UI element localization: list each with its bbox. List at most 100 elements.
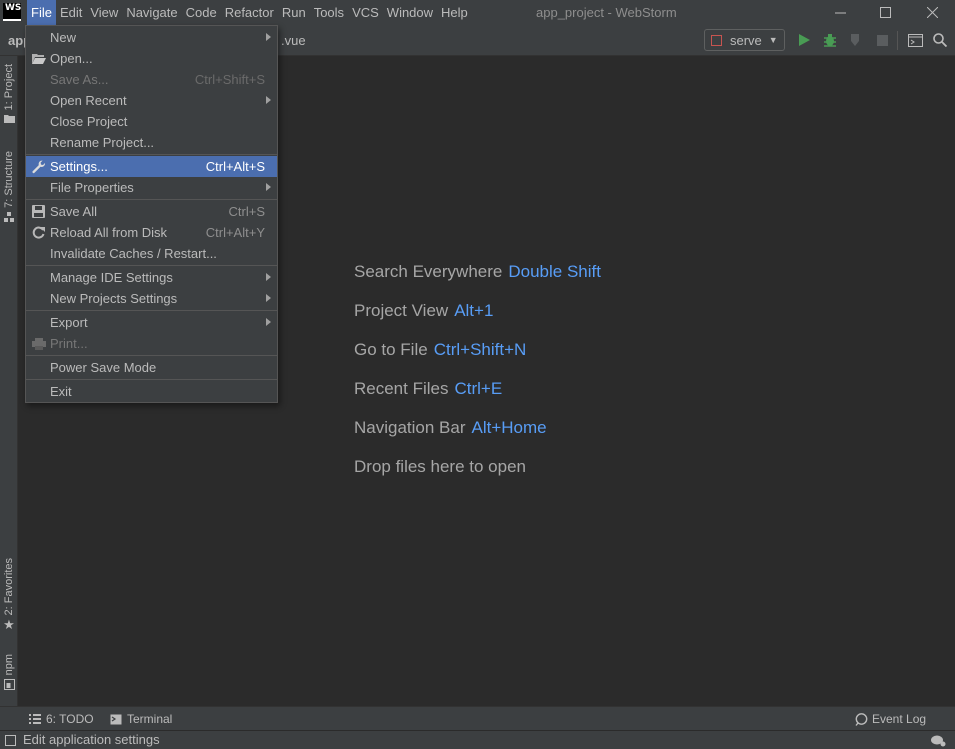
menu-navigate[interactable]: Navigate — [122, 0, 181, 25]
debug-button[interactable] — [821, 31, 839, 49]
coverage-icon — [851, 34, 859, 46]
notifications-icon[interactable] — [930, 733, 946, 747]
coverage-button[interactable] — [847, 31, 865, 49]
maximize-icon — [879, 7, 891, 18]
run-button[interactable] — [795, 31, 813, 49]
menu-item-invalidate-caches[interactable]: Invalidate Caches / Restart... — [26, 243, 277, 264]
folder-open-icon — [31, 51, 46, 66]
hint-shortcut: Ctrl+E — [454, 379, 503, 398]
menu-item-save-as[interactable]: Save As... Ctrl+Shift+S — [26, 69, 277, 90]
menu-refactor[interactable]: Refactor — [221, 0, 278, 25]
menu-item-open[interactable]: Open... — [26, 48, 277, 69]
tool-tab-npm-label: npm — [3, 654, 15, 676]
hint-label: Navigation Bar — [354, 418, 466, 437]
breadcrumb-file[interactable]: .vue — [281, 25, 306, 56]
menu-item-label: Settings... — [50, 159, 108, 174]
tool-tab-terminal[interactable]: Terminal — [110, 707, 172, 731]
menu-run[interactable]: Run — [278, 0, 310, 25]
menu-item-close-project[interactable]: Close Project — [26, 111, 277, 132]
menu-item-open-recent[interactable]: Open Recent — [26, 90, 277, 111]
menu-item-export[interactable]: Export — [26, 312, 277, 333]
menu-separator — [26, 310, 277, 311]
search-icon — [933, 33, 947, 47]
todo-list-icon — [29, 714, 41, 724]
submenu-arrow-icon — [266, 96, 271, 104]
submenu-arrow-icon — [266, 273, 271, 281]
menu-item-manage-ide-settings[interactable]: Manage IDE Settings — [26, 267, 277, 288]
run-icon — [799, 34, 810, 46]
terminal-icon — [110, 714, 122, 724]
status-message: Edit application settings — [23, 732, 160, 747]
stop-button[interactable] — [873, 31, 891, 49]
search-everywhere-button[interactable] — [931, 31, 949, 49]
menu-item-label: Invalidate Caches / Restart... — [50, 246, 217, 261]
menu-separator — [26, 379, 277, 380]
menu-item-reload-all[interactable]: Reload All from Disk Ctrl+Alt+Y — [26, 222, 277, 243]
tool-tab-structure[interactable]: 7: Structure — [0, 151, 18, 223]
menu-code[interactable]: Code — [182, 0, 221, 25]
title-bar: WS File Edit View Navigate Code Refactor… — [0, 0, 955, 25]
tool-tab-terminal-label: Terminal — [127, 712, 173, 726]
menu-window[interactable]: Window — [383, 0, 437, 25]
menu-item-label: Save As... — [50, 72, 109, 87]
webstorm-logo-icon: WS — [3, 3, 21, 21]
menu-item-label: Print... — [50, 336, 88, 351]
menu-edit[interactable]: Edit — [56, 0, 86, 25]
menu-item-label: New Projects Settings — [50, 291, 178, 306]
menu-tools[interactable]: Tools — [310, 0, 348, 25]
toolbar-separator — [897, 31, 898, 50]
left-tool-strip: 1: Project 7: Structure 2: Favorites ★ n… — [0, 56, 18, 706]
bottom-tool-bar: 6: TODO Terminal Event Log — [0, 706, 955, 730]
menu-item-print[interactable]: Print... — [26, 333, 277, 354]
maximize-button[interactable] — [862, 0, 908, 25]
hint-go-to-file: Go to File Ctrl+Shift+N — [354, 340, 526, 360]
tool-tab-project[interactable]: 1: Project — [0, 64, 18, 124]
tool-tab-todo-label: 6: TODO — [46, 712, 94, 726]
menu-bar: File Edit View Navigate Code Refactor Ru… — [27, 0, 472, 25]
menu-item-exit[interactable]: Exit — [26, 381, 277, 402]
menu-item-label: Export — [50, 315, 88, 330]
terminal-button[interactable] — [906, 31, 924, 49]
tool-tab-event-log[interactable]: Event Log — [855, 707, 926, 731]
menu-item-new[interactable]: New — [26, 27, 277, 48]
menu-help[interactable]: Help — [437, 0, 472, 25]
menu-item-label: Close Project — [50, 114, 128, 129]
star-icon: ★ — [3, 617, 15, 633]
tool-tab-project-label: 1: Project — [3, 64, 15, 111]
status-bar: Edit application settings — [0, 730, 955, 749]
menu-item-file-properties[interactable]: File Properties — [26, 177, 277, 198]
tool-tab-favorites[interactable]: 2: Favorites ★ — [0, 558, 18, 633]
tool-tab-structure-label: 7: Structure — [3, 151, 15, 208]
run-configuration-select[interactable]: serve ▼ — [704, 29, 785, 51]
menu-vcs[interactable]: VCS — [348, 0, 383, 25]
tool-tab-npm[interactable]: npm — [0, 654, 18, 691]
tool-windows-toggle-icon[interactable] — [5, 735, 16, 746]
menu-item-label: Power Save Mode — [50, 360, 157, 375]
hint-search-everywhere: Search Everywhere Double Shift — [354, 262, 601, 282]
submenu-arrow-icon — [266, 33, 271, 41]
menu-item-label: New — [50, 30, 77, 45]
menu-item-rename-project[interactable]: Rename Project... — [26, 132, 277, 153]
tool-tab-todo[interactable]: 6: TODO — [29, 707, 94, 731]
event-log-icon — [855, 712, 868, 726]
hint-shortcut: Alt+1 — [454, 301, 494, 320]
menu-item-power-save-mode[interactable]: Power Save Mode — [26, 357, 277, 378]
menu-item-label: File Properties — [50, 180, 134, 195]
hint-drop-files: Drop files here to open — [354, 457, 526, 477]
debug-icon — [824, 34, 836, 47]
file-menu-dropdown: New Open... Save As... Ctrl+Shift+S Open… — [25, 25, 278, 403]
menu-item-label: Manage IDE Settings — [50, 270, 173, 285]
menu-item-settings[interactable]: Settings... Ctrl+Alt+S — [26, 156, 277, 177]
hint-navigation-bar: Navigation Bar Alt+Home — [354, 418, 547, 438]
menu-item-shortcut: Ctrl+S — [228, 204, 265, 219]
menu-item-new-projects-settings[interactable]: New Projects Settings — [26, 288, 277, 309]
close-window-button[interactable] — [909, 0, 955, 25]
hint-shortcut: Alt+Home — [471, 418, 547, 437]
hint-label: Search Everywhere — [354, 262, 503, 281]
submenu-arrow-icon — [266, 294, 271, 302]
menu-item-save-all[interactable]: Save All Ctrl+S — [26, 201, 277, 222]
minimize-button[interactable] — [817, 0, 863, 25]
menu-file[interactable]: File — [27, 0, 56, 25]
menu-item-shortcut: Ctrl+Alt+S — [205, 159, 265, 174]
menu-view[interactable]: View — [86, 0, 122, 25]
